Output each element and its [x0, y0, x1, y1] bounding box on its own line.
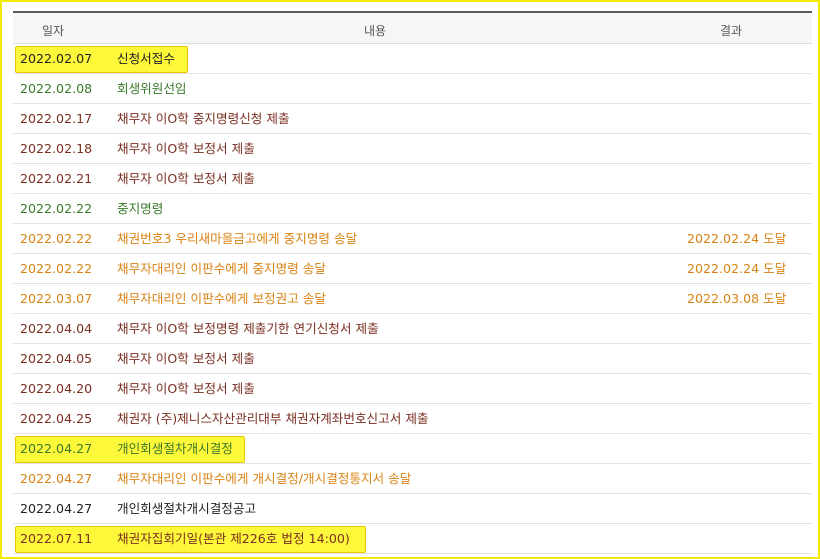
header-content: 내용	[364, 24, 387, 38]
table-row: 2022.02.21 채무자 이O학 보정서 제출	[13, 164, 812, 194]
row-result: 2022.02.24 도달	[687, 231, 787, 246]
row-date: 2022.02.18	[20, 141, 93, 156]
table-row: 2022.04.20 채무자 이O학 보정서 제출	[13, 374, 812, 404]
table-row: 2022.04.04 채무자 이O학 보정명령 제출기한 연기신청서 제출	[13, 314, 812, 344]
table-row: 2022.02.22 채무자대리인 이판수에게 중지명령 송달 2022.02.24…	[13, 254, 812, 284]
screenshot-frame: 일자 내용 결과 2022.02.07 신청서접수 2022.02.08 회생위원선임…	[0, 0, 820, 559]
table-header: 일자 내용 결과	[13, 13, 812, 44]
header-date: 일자	[42, 24, 65, 38]
row-content: 개인회생절차개시결정	[117, 441, 233, 456]
case-history-table: 일자 내용 결과 2022.02.07 신청서접수 2022.02.08 회생위원선임…	[13, 11, 812, 554]
row-date: 2022.07.11	[20, 531, 93, 546]
row-content: 중지명령	[117, 201, 164, 216]
table-row: 2022.02.18 채무자 이O학 보정서 제출	[13, 134, 812, 164]
row-date: 2022.04.25	[20, 411, 93, 426]
row-date: 2022.02.22	[20, 261, 93, 276]
table-row: 2022.02.08 회생위원선임	[13, 74, 812, 104]
row-date: 2022.04.04	[20, 321, 93, 336]
row-content: 회생위원선임	[117, 81, 187, 96]
row-date: 2022.04.05	[20, 351, 93, 366]
row-content: 채무자 이O학 보정명령 제출기한 연기신청서 제출	[117, 321, 379, 336]
row-date: 2022.04.27	[20, 501, 93, 516]
row-content: 채권자집회기일(본관 제226호 법정 14:00)	[117, 531, 350, 546]
row-content: 채무자 이O학 중지명령신청 제출	[117, 111, 290, 126]
row-content: 채권자 (주)제니스자산관리대부 채권자계좌번호신고서 제출	[117, 411, 429, 426]
row-date: 2022.02.22	[20, 201, 93, 216]
table-row: 2022.03.07 채무자대리인 이판수에게 보정권고 송달 2022.03.08…	[13, 284, 812, 314]
table-row: 2022.02.17 채무자 이O학 중지명령신청 제출	[13, 104, 812, 134]
table-row: 2022.04.27 채무자대리인 이판수에게 개시결정/개시결정통지서 송달	[13, 464, 812, 494]
table-row: 2022.02.22 채권번호3 우리새마을금고에게 중지명령 송달 2022.02…	[13, 224, 812, 254]
row-content: 채무자 이O학 보정서 제출	[117, 141, 255, 156]
row-date: 2022.04.20	[20, 381, 93, 396]
table-row: 2022.07.11 채권자집회기일(본관 제226호 법정 14:00)	[13, 524, 812, 554]
row-content: 채무자 이O학 보정서 제출	[117, 171, 255, 186]
row-date: 2022.02.21	[20, 171, 93, 186]
table-row: 2022.04.27 개인회생절차개시결정	[13, 434, 812, 464]
row-content: 채무자대리인 이판수에게 개시결정/개시결정통지서 송달	[117, 471, 412, 486]
table-row: 2022.04.25 채권자 (주)제니스자산관리대부 채권자계좌번호신고서 제출	[13, 404, 812, 434]
table-body: 2022.02.07 신청서접수 2022.02.08 회생위원선임 2022.02.1…	[13, 44, 812, 554]
row-content: 채무자대리인 이판수에게 중지명령 송달	[117, 261, 326, 276]
table-row: 2022.02.22 중지명령	[13, 194, 812, 224]
row-date: 2022.02.08	[20, 81, 93, 96]
row-content: 채권번호3 우리새마을금고에게 중지명령 송달	[117, 231, 358, 246]
row-content: 채무자대리인 이판수에게 보정권고 송달	[117, 291, 326, 306]
row-content: 채무자 이O학 보정서 제출	[117, 351, 255, 366]
row-content: 신청서접수	[117, 51, 175, 66]
row-date: 2022.02.07	[20, 51, 93, 66]
table-row: 2022.02.07 신청서접수	[13, 44, 812, 74]
row-content: 채무자 이O학 보정서 제출	[117, 381, 255, 396]
header-result: 결과	[720, 24, 743, 38]
table-row: 2022.04.05 채무자 이O학 보정서 제출	[13, 344, 812, 374]
row-date: 2022.04.27	[20, 471, 93, 486]
row-result: 2022.03.08 도달	[687, 291, 787, 306]
row-date: 2022.04.27	[20, 441, 93, 456]
row-date: 2022.02.22	[20, 231, 93, 246]
table-row: 2022.04.27 개인회생절차개시결정공고	[13, 494, 812, 524]
row-result: 2022.02.24 도달	[687, 261, 787, 276]
row-date: 2022.03.07	[20, 291, 93, 306]
row-date: 2022.02.17	[20, 111, 93, 126]
row-content: 개인회생절차개시결정공고	[117, 501, 257, 516]
